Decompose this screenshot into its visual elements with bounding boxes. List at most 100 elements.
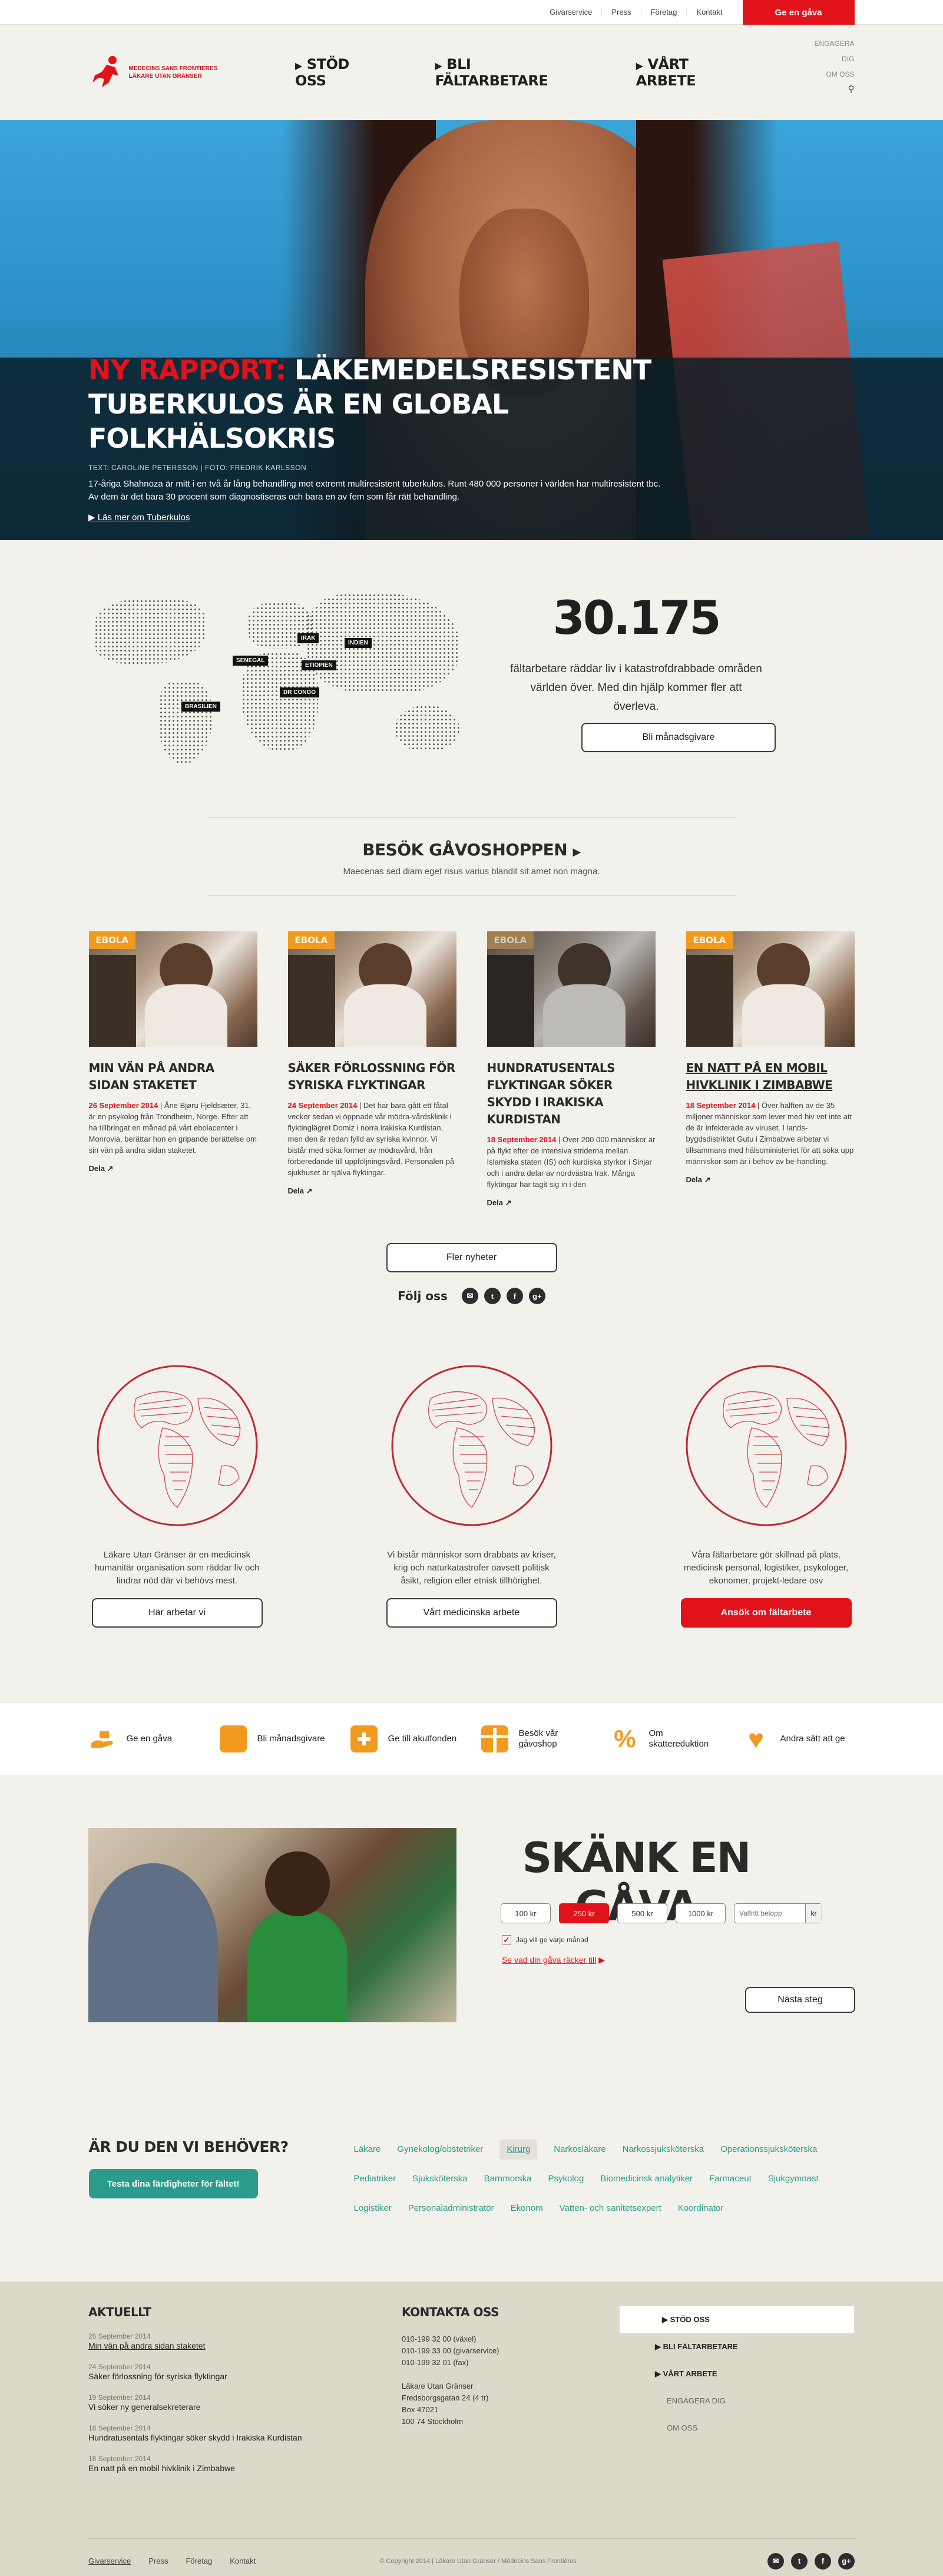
news-title[interactable]: SÄKER FÖRLOSSNING FÖR SYRISKA FLYKTINGAR	[288, 1060, 456, 1094]
map-label-irak[interactable]: IRAK	[297, 633, 319, 643]
profession-link[interactable]: Läkare	[354, 2135, 381, 2164]
share-link[interactable]: Dela ↗	[487, 1198, 656, 1208]
news-title[interactable]: HUNDRATUSENTALS FLYKTINGAR SÖKER SKYDD I…	[487, 1060, 656, 1128]
hero-read-more-link[interactable]: ▶ Läs mer om Tuberkulos	[88, 512, 677, 523]
footer-news-title-link[interactable]: Vi söker ny generalsekreterare	[88, 2402, 324, 2413]
give-gift-button[interactable]: Ge en gåva	[742, 0, 855, 25]
profession-link[interactable]: Sjuksköterska	[412, 2164, 467, 2194]
twitter-icon[interactable]: t	[791, 2552, 808, 2570]
share-link[interactable]: Dela ↗	[89, 1164, 257, 1173]
footer-nav-bli-faltarbetare[interactable]: ▶ BLI FÄLTARBETARE	[620, 2333, 854, 2360]
footer-link-foretag[interactable]: Företag	[186, 2557, 212, 2565]
footer-nav-om-oss[interactable]: OM OSS	[620, 2415, 854, 2442]
medical-work-button[interactable]: Vårt medicinska arbete	[386, 1598, 557, 1628]
amount-500[interactable]: 500 kr	[617, 1903, 667, 1923]
nav-stod-oss[interactable]: ▶ STÖD OSS	[295, 56, 380, 89]
profession-link[interactable]: Personaladministratör	[408, 2194, 494, 2223]
map-label-etiopien[interactable]: ETIOPIEN	[302, 660, 336, 670]
profession-link[interactable]: Narkosläkare	[554, 2135, 605, 2164]
monthly-donor-button[interactable]: Bli månadsgivare	[581, 723, 776, 752]
map-label-indien[interactable]: INDIEN	[345, 638, 372, 648]
news-title[interactable]: MIN VÄN PÅ ANDRA SIDAN STAKETET	[89, 1060, 257, 1094]
news-image[interactable]: EBOLA	[287, 931, 456, 1047]
more-news-button[interactable]: Fler nyheter	[386, 1243, 557, 1272]
profession-link[interactable]: Narkossjuksköterska	[623, 2135, 704, 2164]
news-image[interactable]: EBOLA	[487, 931, 656, 1047]
where-we-work-button[interactable]: Här arbetar vi	[91, 1598, 263, 1628]
profession-link[interactable]: Ekonom	[511, 2194, 543, 2223]
monthly-checkbox[interactable]: ✓	[502, 1935, 511, 1945]
footer-nav-vart-arbete[interactable]: ▶ VÅRT ARBETE	[620, 2360, 854, 2387]
news-card[interactable]: EBOLA HUNDRATUSENTALS FLYKTINGAR SÖKER S…	[487, 931, 656, 1208]
profession-link[interactable]: Sjukgymnast	[768, 2164, 819, 2194]
amount-250[interactable]: 250 kr	[559, 1903, 609, 1923]
nav-om-oss[interactable]: OM OSS	[802, 67, 854, 82]
monthly-option[interactable]: ✓ Jag vill ge varje månad	[502, 1935, 588, 1945]
apply-field-work-button[interactable]: Ansök om fältarbete	[680, 1598, 852, 1628]
share-link[interactable]: Dela ↗	[288, 1186, 456, 1196]
footer-nav-engagera-dig[interactable]: ENGAGERA DIG	[620, 2387, 854, 2415]
map-label-brasilien[interactable]: BRASILIEN	[181, 702, 220, 712]
gift-shop-banner[interactable]: BESÖK GÅVOSHOPPEN ▶ Maecenas sed diam eg…	[206, 817, 737, 896]
news-card[interactable]: EBOLA SÄKER FÖRLOSSNING FÖR SYRISKA FLYK…	[287, 931, 456, 1208]
footer-news-item[interactable]: 26 September 2014 Min vän på andra sidan …	[88, 2332, 324, 2352]
footer-link-givarservice[interactable]: Givarservice	[88, 2557, 131, 2565]
hero-banner[interactable]: NY RAPPORT: LÄKEMEDELSRESISTENT TUBERKUL…	[0, 120, 943, 540]
twitter-icon[interactable]: t	[484, 1288, 501, 1304]
profession-link[interactable]: Logistiker	[354, 2194, 392, 2223]
mail-icon[interactable]: ✉	[767, 2552, 784, 2570]
footer-link-kontakt[interactable]: Kontakt	[230, 2557, 256, 2565]
strip-monthly-donor[interactable]: Bli månadsgivare	[219, 1725, 332, 1752]
map-label-drcongo[interactable]: DR CONGO	[280, 687, 319, 697]
footer-news-title-link[interactable]: En natt på en mobil hivklinik i Zimbabwe	[88, 2463, 324, 2474]
strip-tax-reduction[interactable]: % Om skattereduktion	[612, 1725, 724, 1752]
share-link[interactable]: Dela ↗	[686, 1175, 855, 1185]
news-title[interactable]: EN NATT PÅ EN MOBIL HIVKLINIK I ZIMBABWE	[686, 1060, 855, 1094]
strip-give-gift[interactable]: Ge en gåva	[89, 1725, 201, 1752]
msf-logo[interactable]: MEDECINS SANS FRONTIERES LÄKARE UTAN GRÄ…	[89, 54, 272, 91]
footer-news-item[interactable]: 18 September 2014 En natt på en mobil hiv…	[88, 2455, 324, 2474]
profession-link[interactable]: Psykolog	[548, 2164, 584, 2194]
news-card[interactable]: EBOLA EN NATT PÅ EN MOBIL HIVKLINIK I ZI…	[686, 931, 855, 1208]
test-skills-button[interactable]: Testa dina färdigheter för fältet!	[88, 2169, 258, 2198]
profession-link[interactable]: Farmaceut	[709, 2164, 752, 2194]
profession-link[interactable]: Operationssjuksköterska	[720, 2135, 817, 2164]
search-icon[interactable]: ⚲	[802, 82, 855, 97]
custom-amount-input[interactable]	[734, 1904, 805, 1923]
news-card[interactable]: EBOLA MIN VÄN PÅ ANDRA SIDAN STAKETET 26…	[88, 931, 257, 1208]
profession-link[interactable]: Pediatriker	[354, 2164, 396, 2194]
news-image[interactable]: EBOLA	[686, 931, 855, 1047]
profession-link[interactable]: Biomedicinsk analytiker	[600, 2164, 693, 2194]
util-link-givarservice[interactable]: Givarservice	[540, 8, 603, 16]
nav-bli-faltarbetare[interactable]: ▶ BLI FÄLTARBETARE	[435, 56, 581, 89]
footer-news-item[interactable]: 19 September 2014 Vi söker ny generalsekr…	[88, 2393, 324, 2413]
strip-other-ways[interactable]: ♥ Andra sätt att ge	[743, 1725, 855, 1752]
strip-emergency-fund[interactable]: Ge till akutfonden	[350, 1725, 462, 1752]
profession-link[interactable]: Barnmorska	[484, 2164, 532, 2194]
footer-news-item[interactable]: 24 September 2014 Säker förlossning för s…	[88, 2363, 324, 2382]
footer-news-title-link[interactable]: Säker förlossning för syriska flyktingar	[88, 2371, 324, 2382]
footer-news-item[interactable]: 18 September 2014 Hundratusentals flyktin…	[88, 2424, 324, 2443]
footer-news-title-link[interactable]: Min vän på andra sidan staketet	[88, 2340, 324, 2352]
facebook-icon[interactable]: f	[815, 2552, 831, 2570]
profession-link-active[interactable]: Kirurg	[499, 2139, 538, 2160]
mail-icon[interactable]: ✉	[461, 1288, 478, 1304]
profession-link[interactable]: Koordinator	[678, 2194, 724, 2223]
profession-link[interactable]: Vatten- och sanitetsexpert	[560, 2194, 661, 2223]
next-step-button[interactable]: Nästa steg	[745, 1987, 855, 2013]
amount-100[interactable]: 100 kr	[501, 1903, 551, 1923]
googleplus-icon[interactable]: g+	[528, 1288, 545, 1304]
footer-link-press[interactable]: Press	[148, 2557, 168, 2565]
util-link-press[interactable]: Press	[602, 8, 641, 16]
util-link-foretag[interactable]: Företag	[641, 8, 687, 16]
footer-news-title-link[interactable]: Hundratusentals flyktingar söker skydd i…	[88, 2432, 324, 2443]
see-gift-impact-link[interactable]: Se vad din gåva räcker till ▶	[502, 1955, 605, 1965]
map-label-senegal[interactable]: SENEGAL	[233, 656, 269, 666]
util-link-kontakt[interactable]: Kontakt	[687, 8, 732, 16]
news-image[interactable]: EBOLA	[88, 931, 257, 1047]
amount-1000[interactable]: 1000 kr	[676, 1903, 726, 1923]
strip-gift-shop[interactable]: Besök vår gåvoshop	[481, 1725, 593, 1752]
nav-vart-arbete[interactable]: ▶ VÅRT ARBETE	[636, 56, 748, 89]
profession-link[interactable]: Gynekolog/obstetriker	[397, 2135, 483, 2164]
googleplus-icon[interactable]: g+	[838, 2552, 855, 2570]
